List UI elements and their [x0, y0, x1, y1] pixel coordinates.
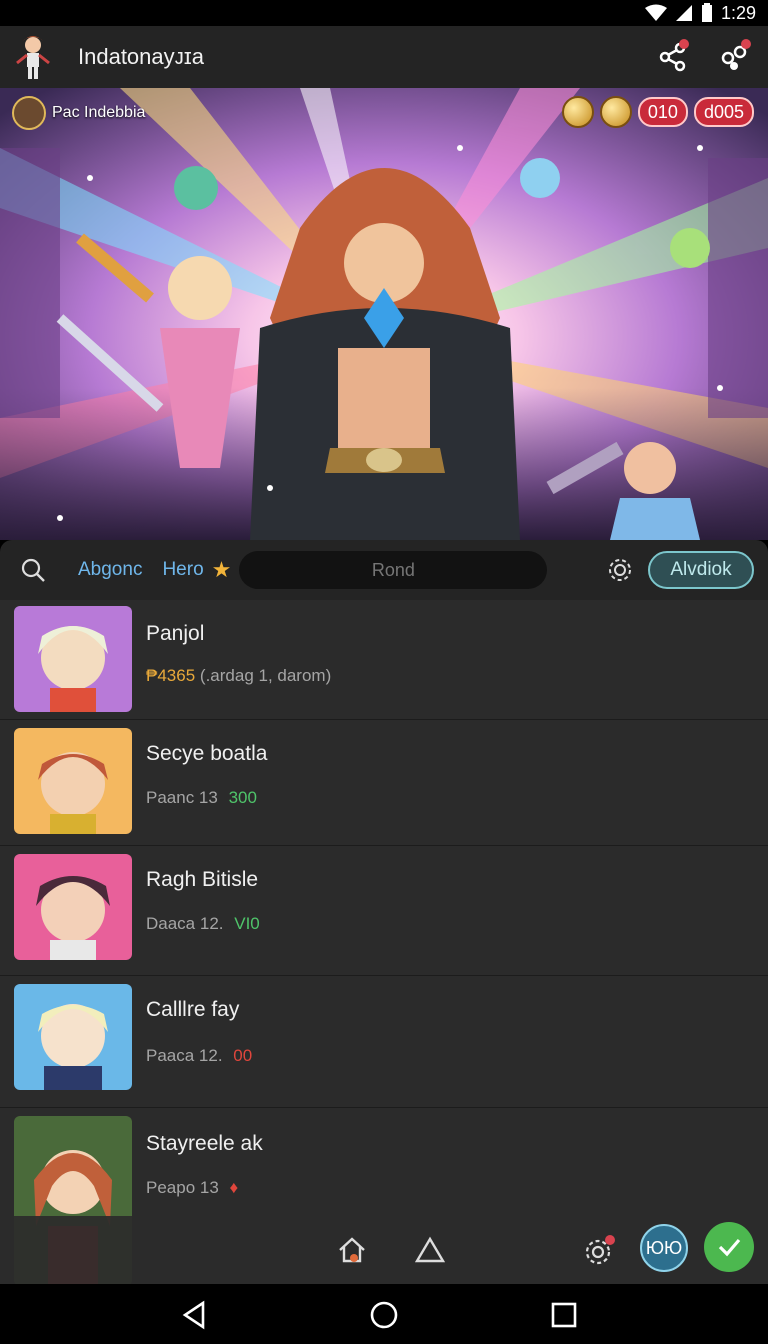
list-item-value: VI0 [234, 914, 260, 933]
list-item-title: Stayreele ak [146, 1132, 263, 1155]
list-item-value: 00 [233, 1046, 253, 1065]
tab-primary[interactable]: Abgonc [78, 559, 142, 581]
coin-icon [561, 96, 594, 128]
list-item[interactable]: Ragh Bitisle Daaca 12. VI0 [0, 846, 768, 976]
list-item-subtitle: Daaca 12. VI0 [146, 914, 260, 934]
list-item-subtitle: ₱4365 (.ardag 1, darom) [146, 666, 331, 686]
tab-hero[interactable]: Hero [162, 559, 203, 581]
hero-banner[interactable]: Pac Indebbia 010 d005 [0, 88, 768, 540]
list-item-value: 300 [228, 788, 257, 807]
list-item-title: Panjol [146, 622, 205, 645]
list-item-meta: Daaca 12. [146, 914, 224, 933]
home-nav-icon[interactable] [369, 1300, 399, 1330]
list-item-title: Seсye boatla [146, 742, 268, 765]
list-item-subtitle: Paanc 13 300 [146, 788, 257, 808]
status-time: 1:29 [720, 2, 756, 23]
action-button[interactable]: Alvdiok [648, 551, 754, 589]
confirm-button[interactable] [704, 1222, 754, 1272]
app-logo-icon[interactable] [13, 33, 53, 81]
app-title: Indatonayᴊɪa [78, 44, 204, 69]
list-item-meta: Peapo 13 [146, 1178, 219, 1197]
hero-artwork [0, 88, 768, 540]
back-icon[interactable] [179, 1300, 209, 1330]
check-icon [718, 1238, 741, 1257]
overview-icon[interactable] [549, 1300, 579, 1330]
list-item-thumbnail [14, 606, 132, 712]
system-nav-bar [0, 1284, 768, 1344]
hero-user-label: Pac Indebbia [52, 104, 146, 121]
filter-toolbar: Abgonc Hero ★ Alvdiok [0, 540, 768, 600]
wifi-icon [644, 4, 667, 21]
hero-badge-1[interactable]: 010 [637, 97, 688, 127]
list-item[interactable]: Seсye boatla Paanc 13 300 [0, 720, 768, 846]
search-icon[interactable] [20, 557, 46, 583]
home-icon[interactable] [336, 1234, 368, 1266]
profile-round-button[interactable]: ЮЮ [640, 1224, 688, 1272]
triangle-icon[interactable] [414, 1234, 446, 1266]
list-item-title: Calllre fay [146, 998, 240, 1021]
list-item-meta: Paaca 12. [146, 1046, 223, 1065]
list-item-subtitle: Peapo 13 ♦ [146, 1178, 238, 1198]
character-list: Panjol ₱4365 (.ardag 1, darom) Seсye boa… [0, 600, 768, 1284]
list-item-thumbnail [14, 854, 132, 960]
hero-user-avatar[interactable] [12, 96, 46, 130]
search-input[interactable] [239, 551, 548, 589]
battery-icon [701, 3, 712, 22]
list-item-value: ♦ [229, 1178, 239, 1197]
list-item[interactable]: Calllre fay Paaca 12. 00 [0, 976, 768, 1108]
list-item-thumbnail [14, 728, 132, 834]
list-item-thumbnail [14, 984, 132, 1090]
list-item-subtitle: Paaca 12. 00 [146, 1046, 252, 1066]
list-item-meta: Paanc 13 [146, 788, 218, 807]
list-item-meta: (.ardag 1, darom) [199, 666, 332, 685]
star-icon[interactable]: ★ [212, 557, 232, 583]
list-item-value: ₱4365 [146, 666, 196, 685]
settings-icon[interactable] [607, 557, 633, 583]
list-item[interactable]: Panjol ₱4365 (.ardag 1, darom) [0, 600, 768, 720]
list-item-title: Ragh Bitisle [146, 868, 259, 891]
hero-badge-2[interactable]: d005 [693, 97, 754, 127]
status-icons: 1:29 [644, 0, 756, 26]
bottom-action-bar: ЮЮ [0, 1216, 768, 1284]
app-bar: Indatonayᴊɪa [0, 26, 768, 88]
signal-icon [675, 5, 692, 21]
gem-icon [599, 96, 632, 128]
settings-icon[interactable] [582, 1232, 618, 1268]
share-icon[interactable] [656, 38, 690, 72]
connections-icon[interactable] [718, 38, 752, 72]
status-bar: 1:29 [0, 0, 768, 26]
